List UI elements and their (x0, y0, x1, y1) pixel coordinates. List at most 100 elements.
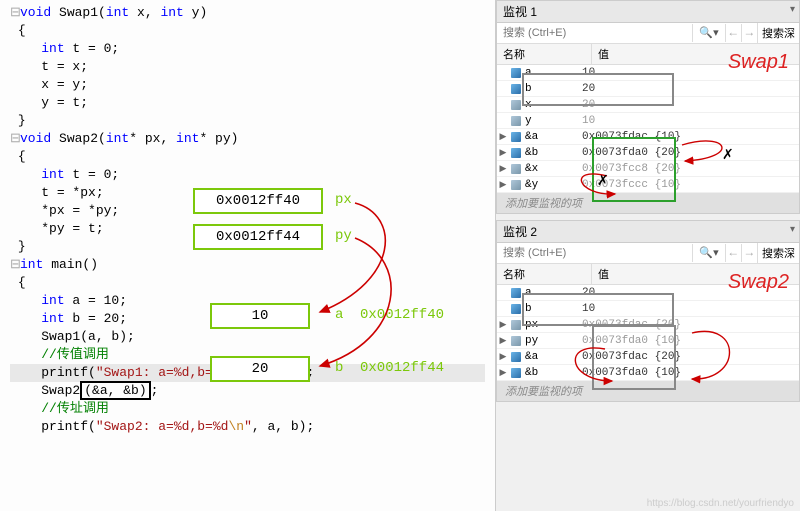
swap2-args-highlight: (&a, &b) (80, 381, 150, 400)
prev-icon[interactable]: ← (725, 244, 741, 262)
next-icon[interactable]: → (741, 24, 757, 42)
var-value: 0x0073fdac {20} (578, 351, 799, 363)
var-icon (509, 100, 523, 110)
expand-icon[interactable]: ▶ (497, 352, 509, 362)
expand-icon[interactable]: ▶ (497, 320, 509, 330)
var-icon (509, 84, 523, 94)
label-b: b (335, 360, 343, 376)
expand-icon[interactable]: ▶ (497, 180, 509, 190)
var-name: x (523, 99, 578, 111)
dropdown-icon[interactable]: ▾ (790, 224, 795, 235)
watch2-add-item[interactable]: 添加要监视的项 (497, 381, 799, 401)
expand-icon[interactable]: ▶ (497, 132, 509, 142)
label-px: px (335, 192, 352, 208)
watch2-rows: a20b10▶px0x0073fdac {20}▶py0x0073fda0 {1… (497, 285, 799, 381)
watch1-search-input[interactable] (497, 25, 692, 41)
var-name: &a (523, 131, 578, 143)
var-icon (509, 116, 523, 126)
var-icon (509, 336, 523, 346)
var-name: &b (523, 147, 578, 159)
watch-panels-pane: 监视 1▾ 🔍▾ ← → 搜索深 名称 值 a10b20x20y10▶&a0x0… (495, 0, 800, 511)
col-name-header[interactable]: 名称 (497, 264, 592, 284)
var-value: 0x0073fdac {20} (578, 319, 799, 331)
expand-icon[interactable]: ▶ (497, 368, 509, 378)
var-icon (509, 368, 523, 378)
watch-row[interactable]: ▶ &a0x0073fdac {10} (497, 129, 799, 145)
watch-row[interactable]: b10 (497, 301, 799, 317)
search-icon[interactable]: 🔍▾ (692, 24, 724, 42)
watch-row[interactable]: ▶ py0x0073fda0 {10} (497, 333, 799, 349)
addr-b: 0x0012ff44 (360, 360, 444, 376)
next-icon[interactable]: → (741, 244, 757, 262)
var-icon (509, 320, 523, 330)
watch1-title[interactable]: 监视 1▾ (497, 1, 799, 23)
var-icon (509, 180, 523, 190)
box-py: 0x0012ff44 (193, 224, 323, 250)
var-name: &x (523, 163, 578, 175)
watch2-title[interactable]: 监视 2▾ (497, 221, 799, 243)
var-value: 0x0073fccc {10} (578, 179, 799, 191)
var-value: 0x0073fda0 {10} (578, 367, 799, 379)
watch1-search-bar: 🔍▾ ← → 搜索深 (497, 23, 799, 44)
label-a: a (335, 307, 343, 323)
var-icon (509, 132, 523, 142)
var-name: a (523, 287, 578, 299)
watch-row[interactable]: x20 (497, 97, 799, 113)
var-name: b (523, 83, 578, 95)
var-value: 20 (578, 99, 799, 111)
var-name: &y (523, 179, 578, 191)
search-icon[interactable]: 🔍▾ (692, 244, 724, 262)
var-value: 10 (578, 303, 799, 315)
watch-row[interactable]: ▶ &y0x0073fccc {10} (497, 177, 799, 193)
watch1-rows: a10b20x20y10▶&a0x0073fdac {10}▶&b0x0073f… (497, 65, 799, 193)
watch-panel-1: 监视 1▾ 🔍▾ ← → 搜索深 名称 值 a10b20x20y10▶&a0x0… (496, 0, 800, 214)
col-name-header[interactable]: 名称 (497, 44, 592, 64)
var-name: y (523, 115, 578, 127)
dropdown-icon[interactable]: ▾ (790, 4, 795, 15)
watch-row[interactable]: ▶ &b0x0073fda0 {10} (497, 365, 799, 381)
watch-row[interactable]: ▶ &x0x0073fcc8 {20} (497, 161, 799, 177)
var-icon (509, 304, 523, 314)
box-px: 0x0012ff40 (193, 188, 323, 214)
watch1-add-item[interactable]: 添加要监视的项 (497, 193, 799, 213)
var-value: 0x0073fda0 {10} (578, 335, 799, 347)
box-b: 20 (210, 356, 310, 382)
kw-void: void (20, 5, 51, 20)
search-depth[interactable]: 搜索深 (757, 243, 799, 263)
var-name: &a (523, 351, 578, 363)
var-name: a (523, 67, 578, 79)
var-name: &b (523, 367, 578, 379)
watch-row[interactable]: ▶ px0x0073fdac {20} (497, 317, 799, 333)
var-name: b (523, 303, 578, 315)
watch-panel-2: 监视 2▾ 🔍▾ ← → 搜索深 名称 值 a20b10▶px0x0073fda… (496, 220, 800, 402)
var-value: 0x0073fda0 {20} (578, 147, 799, 159)
watch2-search-input[interactable] (497, 245, 692, 261)
expand-icon[interactable]: ▶ (497, 148, 509, 158)
watch-row[interactable]: ▶ &a0x0073fdac {20} (497, 349, 799, 365)
var-icon (509, 288, 523, 298)
var-name: py (523, 335, 578, 347)
box-a: 10 (210, 303, 310, 329)
var-icon (509, 148, 523, 158)
label-py: py (335, 228, 352, 244)
var-icon (509, 352, 523, 362)
var-value: 0x0073fcc8 {20} (578, 163, 799, 175)
code-editor-pane: ⊟void Swap1(int x, int y) { int t = 0; t… (0, 0, 495, 511)
expand-icon[interactable]: ▶ (497, 336, 509, 346)
watch-row[interactable]: ▶ &b0x0073fda0 {20} (497, 145, 799, 161)
watch-row[interactable]: b20 (497, 81, 799, 97)
var-icon (509, 68, 523, 78)
watermark: https://blog.csdn.net/yourfriendyo (647, 498, 794, 509)
prev-icon[interactable]: ← (725, 24, 741, 42)
swap1-label: Swap1 (728, 51, 789, 74)
var-icon (509, 164, 523, 174)
watch-row[interactable]: y10 (497, 113, 799, 129)
var-value: 10 (578, 115, 799, 127)
var-value: 0x0073fdac {10} (578, 131, 799, 143)
watch2-search-bar: 🔍▾ ← → 搜索深 (497, 243, 799, 264)
swap2-label: Swap2 (728, 271, 789, 294)
search-depth[interactable]: 搜索深 (757, 23, 799, 43)
var-name: px (523, 319, 578, 331)
expand-icon[interactable]: ▶ (497, 164, 509, 174)
addr-a: 0x0012ff40 (360, 307, 444, 323)
